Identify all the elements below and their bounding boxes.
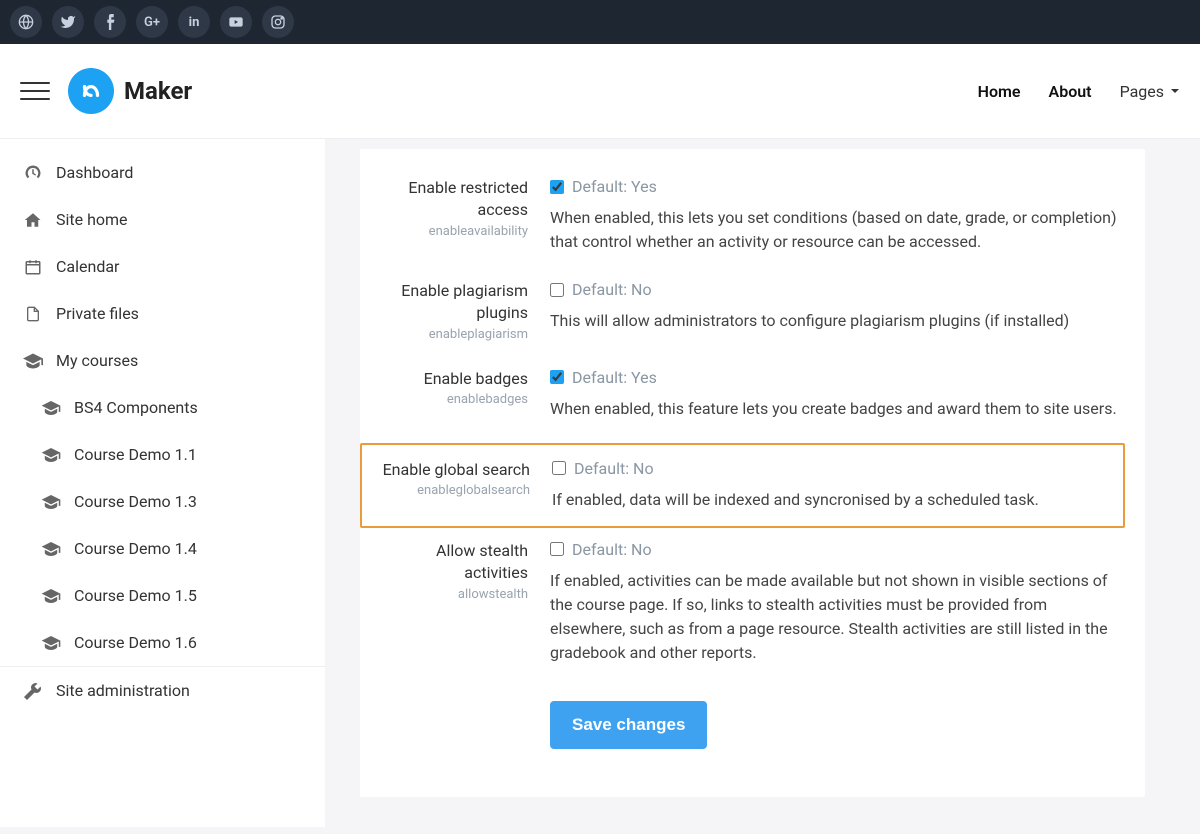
nav-pages-label: Pages (1120, 82, 1164, 101)
setting-title: Enable global search (372, 459, 530, 481)
help-text: If enabled, activities can be made avail… (550, 569, 1125, 665)
sidebar-calendar[interactable]: Calendar (0, 243, 325, 290)
save-row: Save changes (360, 683, 1125, 767)
sidebar-siteadmin[interactable]: Site administration (0, 666, 325, 714)
brand-name: Maker (124, 77, 192, 105)
sidebar: Dashboard Site home Calendar Private fil… (0, 139, 325, 827)
help-text: This will allow administrators to config… (550, 309, 1125, 333)
setting-key: allowstealth (370, 587, 528, 602)
twitter-icon[interactable] (52, 6, 84, 38)
setting-enableplagiarism: Enable plagiarism plugins enableplagiari… (360, 272, 1125, 360)
setting-title: Enable badges (370, 368, 528, 390)
calendar-icon (22, 258, 44, 276)
setting-enableglobalsearch: Enable global search enableglobalsearch … (360, 443, 1125, 528)
setting-checkbox[interactable] (550, 542, 564, 556)
setting-title: Enable plagiarism plugins (370, 280, 528, 325)
sidebar-course-5[interactable]: Course Demo 1.6 (0, 619, 325, 666)
sidebar-dashboard[interactable]: Dashboard (0, 149, 325, 196)
sidebar-item-label: Calendar (56, 257, 119, 276)
instagram-icon[interactable] (262, 6, 294, 38)
setting-key: enablebadges (370, 392, 528, 407)
graduation-cap-icon (22, 353, 44, 369)
sidebar-item-label: Site home (56, 210, 128, 229)
sidebar-item-label: Private files (56, 304, 139, 323)
sidebar-course-0[interactable]: BS4 Components (0, 384, 325, 431)
setting-title: Enable restricted access (370, 177, 528, 222)
help-text: When enabled, this feature lets you crea… (550, 397, 1125, 421)
graduation-cap-icon (40, 589, 62, 603)
youtube-icon[interactable] (220, 6, 252, 38)
main-content: Enable restricted access enableavailabil… (325, 139, 1200, 827)
sidebar-course-2[interactable]: Course Demo 1.3 (0, 478, 325, 525)
settings-card: Enable restricted access enableavailabil… (360, 149, 1145, 797)
file-icon (22, 305, 44, 323)
social-bar: G+ in (0, 0, 1200, 44)
default-label: Default: Yes (572, 177, 657, 196)
setting-key: enableglobalsearch (372, 483, 530, 498)
save-button[interactable]: Save changes (550, 701, 707, 749)
facebook-icon[interactable] (94, 6, 126, 38)
setting-key: enableavailability (370, 224, 528, 239)
menu-toggle-icon[interactable] (20, 76, 50, 106)
setting-enableavailability: Enable restricted access enableavailabil… (360, 169, 1125, 272)
setting-allowstealth: Allow stealth activities allowstealth De… (360, 532, 1125, 683)
nav-pages[interactable]: Pages (1120, 82, 1180, 101)
globe-icon[interactable] (10, 6, 42, 38)
sidebar-privatefiles[interactable]: Private files (0, 290, 325, 337)
setting-key: enableplagiarism (370, 327, 528, 342)
sidebar-item-label: Course Demo 1.3 (74, 492, 197, 511)
logo-icon (68, 68, 114, 114)
sidebar-sitehome[interactable]: Site home (0, 196, 325, 243)
default-label: Default: No (574, 459, 654, 478)
graduation-cap-icon (40, 542, 62, 556)
sidebar-item-label: Dashboard (56, 163, 133, 182)
sidebar-item-label: Course Demo 1.5 (74, 586, 197, 605)
graduation-cap-icon (40, 401, 62, 415)
setting-checkbox[interactable] (550, 370, 564, 384)
nav-about[interactable]: About (1049, 82, 1092, 101)
sidebar-course-1[interactable]: Course Demo 1.1 (0, 431, 325, 478)
sidebar-item-label: Site administration (56, 681, 190, 700)
brand-logo[interactable]: Maker (68, 68, 192, 114)
dashboard-icon (22, 164, 44, 182)
default-label: Default: Yes (572, 368, 657, 387)
linkedin-icon[interactable]: in (178, 6, 210, 38)
sidebar-mycourses[interactable]: My courses (0, 337, 325, 384)
default-label: Default: No (572, 540, 652, 559)
default-label: Default: No (572, 280, 652, 299)
graduation-cap-icon (40, 495, 62, 509)
nav-home[interactable]: Home (978, 82, 1021, 101)
home-icon (22, 211, 44, 229)
sidebar-item-label: Course Demo 1.1 (74, 445, 197, 464)
setting-checkbox[interactable] (550, 283, 564, 297)
graduation-cap-icon (40, 448, 62, 462)
sidebar-item-label: My courses (56, 351, 138, 370)
sidebar-item-label: Course Demo 1.6 (74, 633, 197, 652)
top-nav: Home About Pages (978, 82, 1180, 101)
graduation-cap-icon (40, 636, 62, 650)
sidebar-course-3[interactable]: Course Demo 1.4 (0, 525, 325, 572)
setting-title: Allow stealth activities (370, 540, 528, 585)
setting-checkbox[interactable] (550, 180, 564, 194)
setting-checkbox[interactable] (552, 461, 566, 475)
help-text: When enabled, this lets you set conditio… (550, 206, 1125, 254)
wrench-icon (22, 682, 44, 700)
google-plus-icon[interactable]: G+ (136, 6, 168, 38)
help-text: If enabled, data will be indexed and syn… (552, 488, 1123, 512)
sidebar-item-label: BS4 Components (74, 398, 198, 417)
sidebar-item-label: Course Demo 1.4 (74, 539, 197, 558)
main-header: Maker Home About Pages (0, 44, 1200, 139)
sidebar-course-4[interactable]: Course Demo 1.5 (0, 572, 325, 619)
chevron-down-icon (1170, 86, 1180, 96)
setting-enablebadges: Enable badges enablebadges Default: Yes … (360, 360, 1125, 439)
